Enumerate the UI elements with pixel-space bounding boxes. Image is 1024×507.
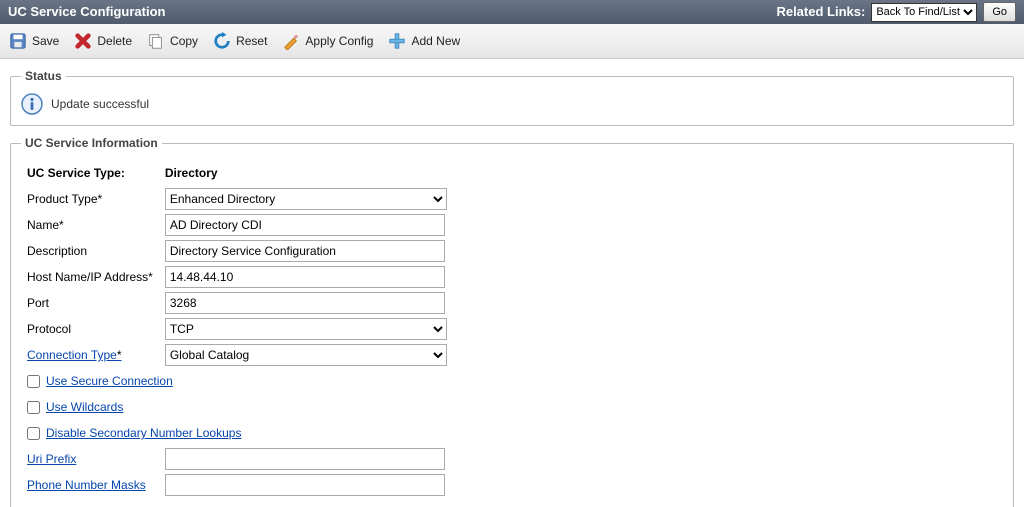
add-new-button[interactable]: Add New [387,31,460,51]
delete-label: Delete [97,34,132,48]
use-wildcards-label[interactable]: Use Wildcards [46,400,123,414]
apply-config-icon [281,31,301,51]
use-secure-label[interactable]: Use Secure Connection [46,374,173,388]
go-button[interactable]: Go [983,2,1016,22]
name-label: Name [27,218,64,232]
page-title: UC Service Configuration [8,0,165,24]
save-icon [8,31,28,51]
host-input[interactable] [165,266,445,288]
uri-prefix-input[interactable] [165,448,445,470]
save-label: Save [32,34,59,48]
reset-label: Reset [236,34,267,48]
port-label: Port [27,296,49,310]
disable-secondary-checkbox[interactable] [27,427,40,440]
uri-prefix-label[interactable]: Uri Prefix [27,452,76,466]
port-input[interactable] [165,292,445,314]
related-links-label: Related Links: [776,0,865,24]
apply-config-label: Apply Config [305,34,373,48]
status-legend: Status [21,69,66,83]
uc-service-type-label: UC Service Type: [27,166,125,180]
info-icon [21,93,43,115]
copy-button[interactable]: Copy [146,31,198,51]
description-input[interactable] [165,240,445,262]
title-bar: UC Service Configuration Related Links: … [0,0,1024,24]
use-secure-checkbox[interactable] [27,375,40,388]
status-message: Update successful [51,97,149,111]
save-button[interactable]: Save [8,31,59,51]
delete-icon [73,31,93,51]
related-links-select[interactable]: Back To Find/List [871,3,977,22]
reset-button[interactable]: Reset [212,31,267,51]
form-table: UC Service Type: Directory Product Type … [21,160,453,498]
name-input[interactable] [165,214,445,236]
host-label: Host Name/IP Address [27,270,153,284]
copy-icon [146,31,166,51]
reset-icon [212,31,232,51]
toolbar: Save Delete Copy Reset Apply Config Add … [0,24,1024,59]
uc-service-type-value: Directory [165,166,218,180]
description-label: Description [27,244,87,258]
protocol-label: Protocol [27,322,71,336]
apply-config-button[interactable]: Apply Config [281,31,373,51]
product-type-label: Product Type [27,192,102,206]
connection-type-label[interactable]: Connection Type [27,348,122,362]
info-legend: UC Service Information [21,136,162,150]
disable-secondary-label[interactable]: Disable Secondary Number Lookups [46,426,241,440]
phone-masks-label[interactable]: Phone Number Masks [27,478,146,492]
info-fieldset: UC Service Information UC Service Type: … [10,136,1014,507]
use-wildcards-checkbox[interactable] [27,401,40,414]
product-type-select[interactable]: Enhanced Directory [165,188,447,210]
status-fieldset: Status Update successful [10,69,1014,126]
protocol-select[interactable]: TCP [165,318,447,340]
add-new-icon [387,31,407,51]
connection-type-select[interactable]: Global Catalog [165,344,447,366]
delete-button[interactable]: Delete [73,31,132,51]
add-new-label: Add New [411,34,460,48]
copy-label: Copy [170,34,198,48]
phone-masks-input[interactable] [165,474,445,496]
